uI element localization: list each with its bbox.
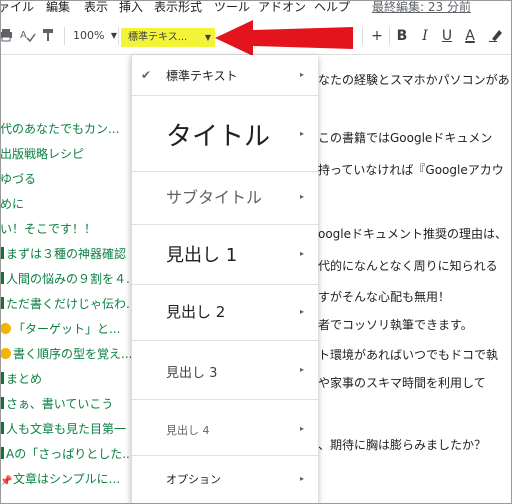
chevron-down-icon: ▼	[204, 33, 211, 42]
outline-item[interactable]: めに	[0, 196, 24, 212]
menu-tools[interactable]: ツール	[214, 0, 250, 14]
outline-item[interactable]: 📌文章はシンプルに...	[0, 471, 120, 487]
menu-insert[interactable]: 挿入	[119, 0, 143, 14]
doc-line: ト環境があればいつでもドコで執	[318, 348, 499, 362]
last-edited-link[interactable]: 最終編集: 23 分前	[372, 0, 471, 14]
menu-view[interactable]: 表示	[84, 0, 108, 14]
svg-text:A: A	[20, 30, 27, 41]
spellcheck-icon[interactable]: A	[20, 18, 36, 54]
smiley-emoji-icon	[0, 348, 11, 359]
outline-item[interactable]: 出版戦略レシピ	[0, 146, 84, 162]
toolbar-divider	[362, 27, 363, 45]
outline-item[interactable]: 人間の悩みの９割を４...	[0, 271, 131, 287]
style-option-heading-4[interactable]: 見出し 4 ▸	[132, 400, 318, 455]
paint-format-icon[interactable]	[42, 18, 56, 54]
doc-line: oogleドキュメント推奨の理由は、	[318, 227, 508, 241]
chevron-right-icon: ▸	[299, 70, 304, 79]
outline-item[interactable]: ただ書くだけじゃ伝わ...	[0, 296, 131, 312]
doc-line: や家事のスキマ時間を利用して	[318, 376, 486, 390]
style-option-normal-text[interactable]: ✔ 標準テキスト ▸	[132, 55, 318, 95]
style-option-heading-1[interactable]: 見出し 1 ▸	[132, 225, 318, 284]
chevron-right-icon: ▸	[299, 474, 304, 483]
paragraph-style-select[interactable]: 標準テキス... ▼	[121, 28, 215, 47]
document-body[interactable]: なたの経験とスマホかパソコンがあ この書籍ではGoogleドキュメン 持っていな…	[318, 55, 512, 504]
red-arrow-annotation	[215, 20, 353, 56]
paragraph-style-value: 標準テキス...	[128, 32, 188, 43]
style-option-subtitle[interactable]: サブタイトル ▸	[132, 172, 318, 224]
chevron-right-icon: ▸	[299, 424, 304, 433]
heading-marker	[0, 247, 4, 259]
outline-item[interactable]: さぁ、書いていこう	[0, 396, 113, 412]
heading-marker	[0, 272, 4, 284]
style-option-heading-2[interactable]: 見出し 2 ▸	[132, 285, 318, 340]
pushpin-icon: 📌	[0, 476, 13, 487]
paragraph-style-menu: ✔ 標準テキスト ▸ タイトル ▸ サブタイトル ▸ 見出し 1 ▸ 見出し 2…	[131, 55, 318, 504]
heading-marker	[0, 422, 4, 434]
doc-line: 持っていなければ『Googleアカウ	[318, 163, 504, 177]
menu-format[interactable]: 表示形式	[154, 0, 202, 14]
outline-item[interactable]: 「ターゲット」と...	[0, 321, 120, 337]
document-outline: 代のあなたでもカン... 出版戦略レシピ ゆづる めに い！そこです！！ まずは…	[0, 55, 131, 504]
zoom-value: 100%	[73, 29, 105, 42]
outline-item[interactable]: 書く順序の型を覚え...	[0, 346, 131, 362]
zoom-select[interactable]: 100% ▼	[73, 28, 117, 44]
doc-line: 者でコッソリ執筆できます。	[318, 318, 473, 332]
doc-line: すがそんな心配も無用！	[318, 290, 451, 304]
doc-line: この書籍ではGoogleドキュメン	[318, 131, 493, 145]
chevron-right-icon: ▸	[299, 192, 304, 201]
chevron-right-icon: ▸	[299, 249, 304, 258]
chevron-right-icon: ▸	[299, 365, 304, 374]
outline-item[interactable]: い！そこです！！	[0, 221, 96, 237]
heading-marker	[0, 297, 4, 309]
bold-button[interactable]: B	[395, 18, 409, 54]
menu-help[interactable]: ヘルプ	[314, 0, 350, 14]
doc-line: 、期待に胸は膨らみましたか？	[318, 438, 487, 452]
menu-file[interactable]: ァイル	[0, 0, 34, 14]
checkmark-icon: ✔	[141, 68, 152, 82]
outline-item[interactable]: Aの「さっぱりとした...	[0, 446, 131, 462]
toolbar-divider	[64, 27, 65, 45]
text-color-button[interactable]: A	[463, 18, 477, 54]
menu-bar: ァイル 編集 表示 挿入 表示形式 ツール アドオン ヘルプ 最終編集: 23 …	[0, 0, 512, 17]
toolbar-divider	[118, 27, 119, 45]
chevron-right-icon: ▸	[299, 129, 304, 138]
smiley-emoji-icon	[0, 323, 11, 334]
outline-item[interactable]: 人も文章も見た目第一	[0, 421, 126, 437]
toolbar-divider	[389, 27, 390, 45]
chevron-right-icon: ▸	[299, 307, 304, 316]
italic-button[interactable]: I	[418, 18, 432, 54]
heading-marker	[0, 372, 4, 384]
highlight-pen-icon[interactable]	[488, 18, 504, 54]
heading-marker	[0, 447, 4, 459]
underline-button[interactable]: U	[440, 18, 454, 54]
style-option-title[interactable]: タイトル ▸	[132, 96, 318, 171]
style-option-options[interactable]: オプション ▸	[132, 456, 318, 504]
chevron-down-icon: ▼	[110, 31, 117, 40]
increase-font-size-button[interactable]: +	[370, 18, 384, 54]
menu-edit[interactable]: 編集	[46, 0, 70, 14]
outline-item[interactable]: 代のあなたでもカン...	[0, 121, 119, 137]
outline-item[interactable]: ゆづる	[0, 171, 36, 187]
heading-marker	[0, 397, 4, 409]
doc-line: 代的になんとなく周りに知られる	[318, 259, 498, 273]
print-icon[interactable]	[0, 18, 14, 54]
outline-item[interactable]: まとめ	[0, 371, 42, 387]
outline-item[interactable]: まずは３種の神器確認	[0, 246, 126, 262]
style-option-heading-3[interactable]: 見出し 3 ▸	[132, 341, 318, 399]
menu-addons[interactable]: アドオン	[258, 0, 306, 14]
doc-line: なたの経験とスマホかパソコンがあ	[318, 73, 510, 87]
